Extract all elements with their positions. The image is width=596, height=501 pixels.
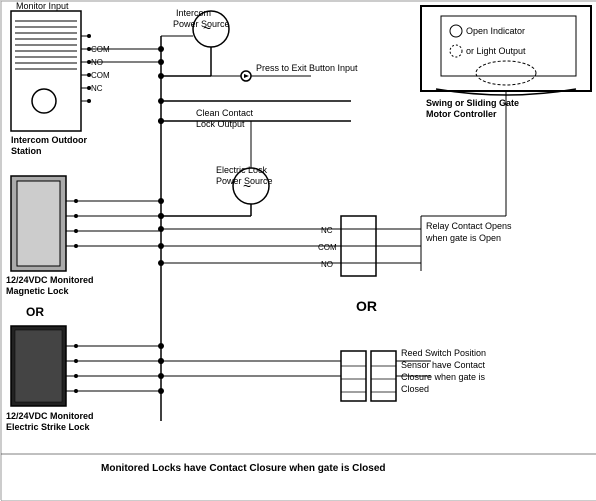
svg-text:NO: NO	[321, 260, 333, 269]
svg-text:Sensor have Contact: Sensor have Contact	[401, 360, 486, 370]
svg-text:Press to Exit Button Input: Press to Exit Button Input	[256, 63, 358, 73]
svg-text:Relay Contact Opens: Relay Contact Opens	[426, 221, 512, 231]
wiring-diagram: Monitor Input COM NO COM NC Intercom Out…	[0, 0, 596, 500]
svg-text:Magnetic Lock: Magnetic Lock	[6, 286, 70, 296]
svg-text:Station: Station	[11, 146, 42, 156]
svg-text:12/24VDC Monitored: 12/24VDC Monitored	[6, 411, 94, 421]
svg-text:OR: OR	[356, 298, 377, 314]
svg-text:when gate is Open: when gate is Open	[425, 233, 501, 243]
svg-text:COM: COM	[318, 243, 337, 252]
svg-text:Power Source: Power Source	[216, 176, 273, 186]
svg-text:OR: OR	[26, 305, 44, 319]
svg-text:Closure when gate is: Closure when gate is	[401, 372, 486, 382]
svg-text:NC: NC	[91, 84, 103, 93]
svg-text:Open Indicator: Open Indicator	[466, 26, 525, 36]
svg-text:Monitored Locks have Contact C: Monitored Locks have Contact Closure whe…	[101, 463, 386, 474]
svg-text:Motor Controller: Motor Controller	[426, 109, 497, 119]
svg-text:Electric Strike Lock: Electric Strike Lock	[6, 422, 91, 432]
svg-text:Closed: Closed	[401, 384, 429, 394]
svg-text:Intercom Outdoor: Intercom Outdoor	[11, 135, 87, 145]
svg-text:NC: NC	[321, 226, 333, 235]
svg-text:Clean Contact: Clean Contact	[196, 108, 254, 118]
svg-text:COM: COM	[91, 71, 110, 80]
svg-text:Reed Switch Position: Reed Switch Position	[401, 348, 486, 358]
svg-text:Electric Lock: Electric Lock	[216, 165, 268, 175]
svg-text:Swing or Sliding Gate: Swing or Sliding Gate	[426, 98, 519, 108]
svg-text:Intercom: Intercom	[176, 8, 211, 18]
svg-text:Power Source: Power Source	[173, 19, 230, 29]
svg-text:Monitor Input: Monitor Input	[16, 1, 69, 11]
svg-text:or Light Output: or Light Output	[466, 46, 526, 56]
svg-text:12/24VDC Monitored: 12/24VDC Monitored	[6, 275, 94, 285]
